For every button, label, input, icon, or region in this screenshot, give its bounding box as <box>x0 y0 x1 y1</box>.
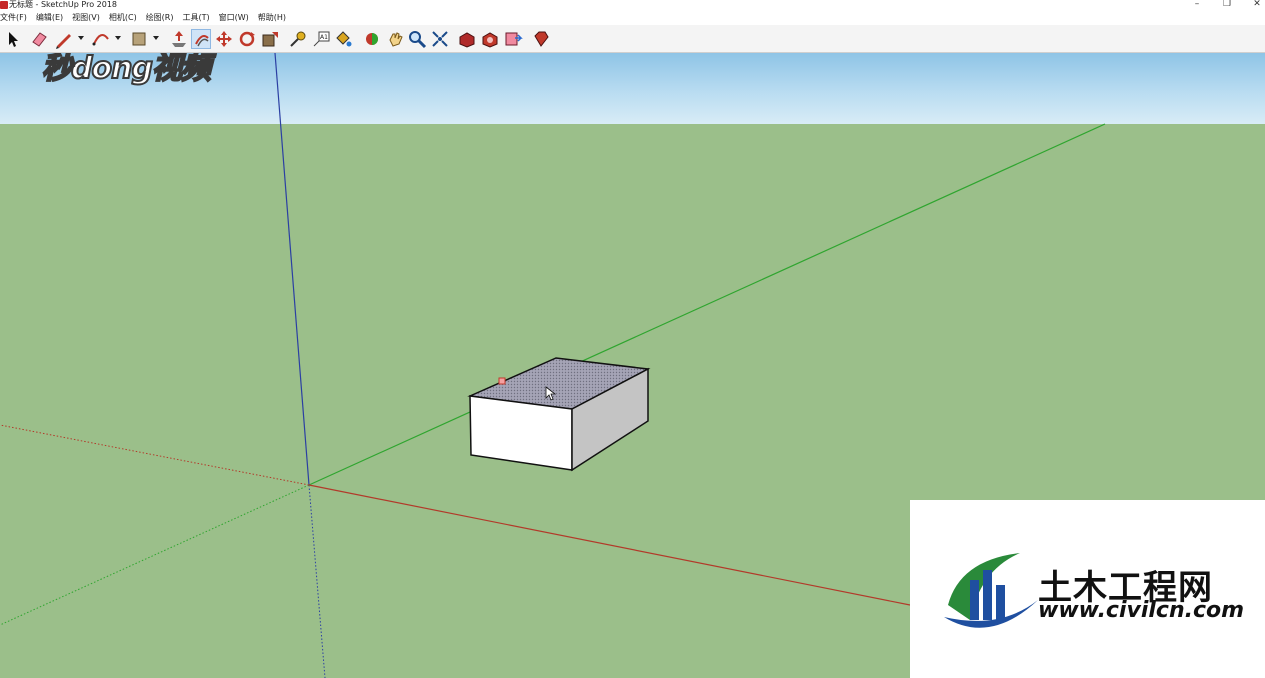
line-tool-button[interactable] <box>54 29 74 49</box>
push-pull-tool-button[interactable] <box>169 29 189 49</box>
minimize-button[interactable]: – <box>1182 0 1212 10</box>
eraser-tool-button[interactable] <box>29 29 49 49</box>
watermark-site-url: www.civilcn.com <box>1038 598 1245 623</box>
text-tool-label: A1 <box>320 34 328 41</box>
shapes-tool-dropdown[interactable] <box>153 36 159 40</box>
arc-tool-dropdown[interactable] <box>115 36 121 40</box>
move-icon <box>216 31 232 47</box>
zoom-extents-tool-button[interactable] <box>430 29 450 49</box>
rectangle-icon <box>132 32 146 46</box>
toolbar: A1 <box>0 25 1265 53</box>
menu-tools[interactable]: 工具(T) <box>183 11 214 25</box>
warehouse-icon <box>459 32 475 48</box>
close-button[interactable]: ✕ <box>1242 0 1265 10</box>
red-axis-hidden <box>0 424 310 486</box>
menu-draw[interactable]: 绘图(R) <box>146 11 178 25</box>
menu-view[interactable]: 视图(V) <box>72 11 104 25</box>
paint-bucket-tool-button[interactable] <box>333 29 353 49</box>
orbit-icon <box>366 33 378 45</box>
line-tool-dropdown[interactable] <box>78 36 84 40</box>
menu-camera[interactable]: 相机(C) <box>109 11 141 25</box>
offset-tool-button[interactable] <box>191 29 211 49</box>
menu-edit[interactable]: 编辑(E) <box>36 11 67 25</box>
zoom-extents-icon <box>432 31 448 47</box>
pencil-line-icon <box>56 34 71 49</box>
rotate-tool-button[interactable] <box>237 29 257 49</box>
scale-tool-button[interactable] <box>260 29 280 49</box>
text-tool-button[interactable]: A1 <box>311 29 331 49</box>
sketchup-app-icon <box>0 1 8 9</box>
watermark-miaodong: 秒dong视频 <box>40 53 235 87</box>
blue-axis <box>274 53 310 486</box>
extension-icon <box>482 32 498 48</box>
ruby-icon <box>534 31 549 47</box>
red-axis <box>308 484 911 606</box>
paint-bucket-icon <box>336 31 352 47</box>
offset-icon <box>195 35 209 47</box>
text-icon: A1 <box>313 31 330 47</box>
menu-help[interactable]: 帮助(H) <box>258 11 290 25</box>
title-bar: 无标题 - SketchUp Pro 2018 – ❐ ✕ <box>0 0 1265 11</box>
hand-icon <box>389 32 403 47</box>
arc-icon <box>92 34 109 46</box>
move-tool-button[interactable] <box>214 29 234 49</box>
extension-warehouse-button[interactable] <box>480 29 500 49</box>
menu-bar: 文件(F) 编辑(E) 视图(V) 相机(C) 绘图(R) 工具(T) 窗口(W… <box>0 11 1265 25</box>
shapes-tool-button[interactable] <box>129 29 149 49</box>
select-tool-button[interactable] <box>2 29 22 49</box>
window-title: 无标题 - SketchUp Pro 2018 <box>9 0 117 9</box>
endpoint-marker <box>498 377 506 385</box>
tape-measure-icon <box>290 31 306 47</box>
push-pull-icon <box>172 31 186 47</box>
send-to-layout-button[interactable] <box>503 29 523 49</box>
eraser-icon <box>32 32 47 47</box>
magnifier-icon <box>409 31 427 49</box>
tape-measure-tool-button[interactable] <box>288 29 308 49</box>
scale-icon <box>262 32 278 47</box>
menu-window[interactable]: 窗口(W) <box>219 11 253 25</box>
menu-file[interactable]: 文件(F) <box>0 11 31 25</box>
rotate-icon <box>239 31 255 47</box>
layout-icon <box>505 32 523 46</box>
watermark-civilcn: 土木工程网 www.civilcn.com <box>910 500 1265 678</box>
restore-button[interactable]: ❐ <box>1212 0 1242 10</box>
zoom-tool-button[interactable] <box>407 29 427 49</box>
3d-warehouse-button[interactable] <box>457 29 477 49</box>
box-front-face[interactable] <box>469 395 573 471</box>
blue-axis-hidden <box>308 484 326 678</box>
civilcn-logo-icon <box>944 553 1038 628</box>
green-axis-hidden <box>0 484 310 626</box>
pan-tool-button[interactable] <box>385 29 405 49</box>
green-axis <box>308 123 1106 486</box>
orbit-tool-button[interactable] <box>362 29 382 49</box>
arrow-cursor-icon <box>9 32 18 47</box>
extension-manager-button[interactable] <box>531 29 551 49</box>
watermark-miaodong-text: 秒dong视频 <box>41 53 212 87</box>
arc-tool-button[interactable] <box>91 29 111 49</box>
